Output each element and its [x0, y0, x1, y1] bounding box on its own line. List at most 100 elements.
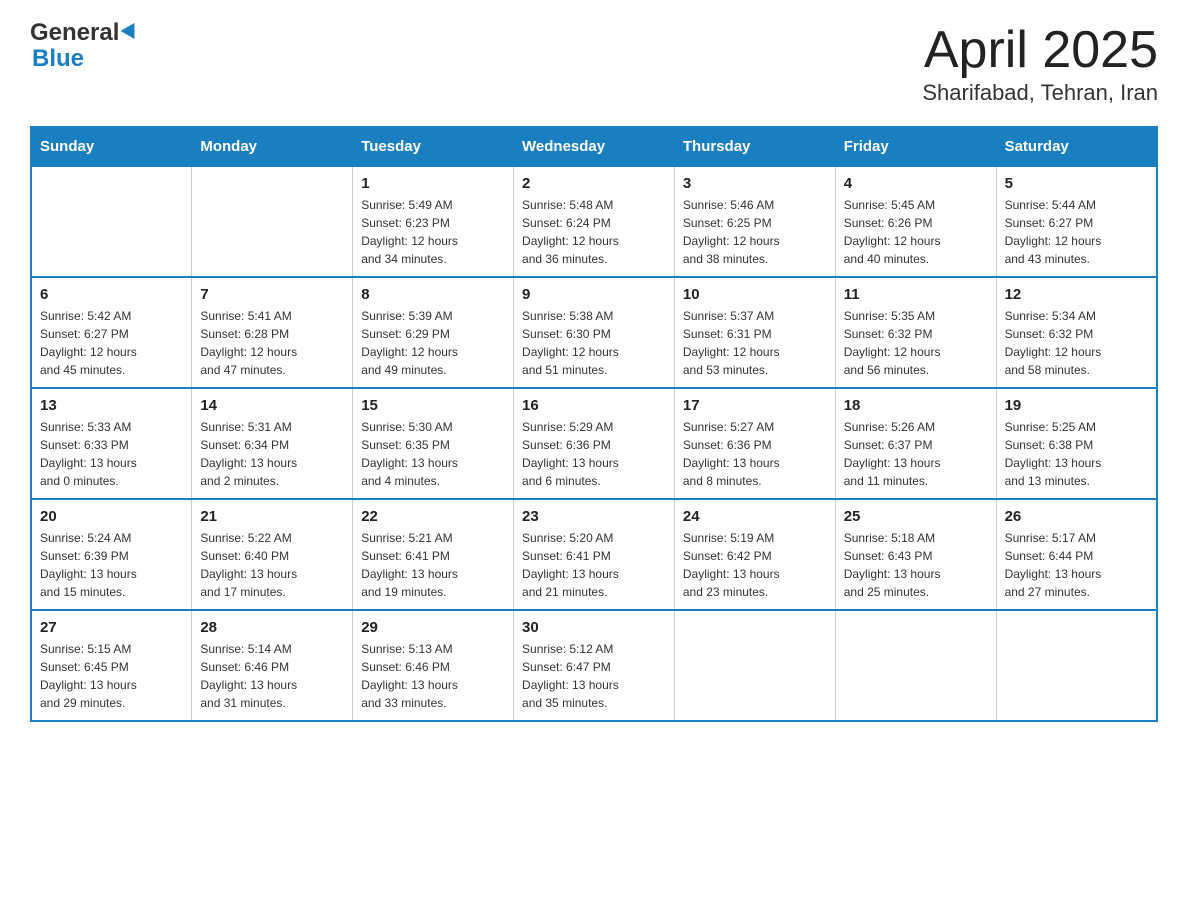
table-row: 7Sunrise: 5:41 AM Sunset: 6:28 PM Daylig…	[192, 277, 353, 388]
col-sunday: Sunday	[31, 127, 192, 166]
table-row: 30 Sunrise: 5:12 AM Sunset: 6:47 PM Dayli…	[514, 610, 675, 721]
day-info: Sunrise: 5:24 AM Sunset: 6:39 PM Dayligh…	[40, 529, 183, 601]
day-info: Sunrise: 5:18 AM Sunset: 6:43 PM Dayligh…	[844, 529, 988, 601]
table-row: 29 Sunrise: 5:13 AM Sunset: 6:46 PM Dayli…	[353, 610, 514, 721]
day-info: Sunrise: 5:21 AM Sunset: 6:41 PM Dayligh…	[361, 529, 505, 601]
day-number: 20	[40, 508, 183, 525]
table-row	[192, 166, 353, 277]
day-number: 9	[522, 286, 666, 303]
table-row	[31, 166, 192, 277]
day-info: Sunrise: 5:17 AM Sunset: 6:44 PM Dayligh…	[1005, 529, 1148, 601]
day-number: 27	[40, 619, 183, 636]
day-number: 3	[683, 175, 827, 192]
day-number: 19	[1005, 397, 1148, 414]
day-info: Sunrise: 5:37 AM Sunset: 6:31 PM Dayligh…	[683, 307, 827, 379]
day-info: Sunrise: 5:14 AM Sunset: 6:46 PM Dayligh…	[200, 640, 344, 712]
day-number: 1	[361, 175, 505, 192]
day-info: Sunrise: 5:33 AM Sunset: 6:33 PM Dayligh…	[40, 418, 183, 490]
calendar-week-row: 13Sunrise: 5:33 AM Sunset: 6:33 PM Dayli…	[31, 388, 1157, 499]
table-row	[835, 610, 996, 721]
table-row: 20 Sunrise: 5:24 AM Sunset: 6:39 PM Dayli…	[31, 499, 192, 610]
col-friday: Friday	[835, 127, 996, 166]
table-row: 26 Sunrise: 5:17 AM Sunset: 6:44 PM Dayli…	[996, 499, 1157, 610]
table-row: 21 Sunrise: 5:22 AM Sunset: 6:40 PM Dayli…	[192, 499, 353, 610]
day-info: Sunrise: 5:19 AM Sunset: 6:42 PM Dayligh…	[683, 529, 827, 601]
day-info: Sunrise: 5:22 AM Sunset: 6:40 PM Dayligh…	[200, 529, 344, 601]
day-number: 10	[683, 286, 827, 303]
table-row: 17 Sunrise: 5:27 AM Sunset: 6:36 PM Dayli…	[674, 388, 835, 499]
page-title: April 2025	[922, 20, 1158, 80]
table-row: 22 Sunrise: 5:21 AM Sunset: 6:41 PM Dayli…	[353, 499, 514, 610]
logo-triangle-icon	[121, 23, 142, 43]
col-monday: Monday	[192, 127, 353, 166]
table-row: 27 Sunrise: 5:15 AM Sunset: 6:45 PM Dayli…	[31, 610, 192, 721]
table-row: 6Sunrise: 5:42 AM Sunset: 6:27 PM Daylig…	[31, 277, 192, 388]
table-row: 8 Sunrise: 5:39 AM Sunset: 6:29 PM Daylig…	[353, 277, 514, 388]
day-info: Sunrise: 5:25 AM Sunset: 6:38 PM Dayligh…	[1005, 418, 1148, 490]
day-info: Sunrise: 5:26 AM Sunset: 6:37 PM Dayligh…	[844, 418, 988, 490]
day-number: 5	[1005, 175, 1148, 192]
day-number: 7	[200, 286, 344, 303]
calendar-week-row: 20 Sunrise: 5:24 AM Sunset: 6:39 PM Dayli…	[31, 499, 1157, 610]
title-block: April 2025 Sharifabad, Tehran, Iran	[922, 20, 1158, 106]
day-number: 12	[1005, 286, 1148, 303]
day-number: 16	[522, 397, 666, 414]
table-row: 23 Sunrise: 5:20 AM Sunset: 6:41 PM Dayli…	[514, 499, 675, 610]
day-number: 17	[683, 397, 827, 414]
calendar-table: Sunday Monday Tuesday Wednesday Thursday…	[30, 126, 1158, 722]
day-number: 14	[200, 397, 344, 414]
table-row: 15Sunrise: 5:30 AM Sunset: 6:35 PM Dayli…	[353, 388, 514, 499]
day-info: Sunrise: 5:38 AM Sunset: 6:30 PM Dayligh…	[522, 307, 666, 379]
logo-blue-text: Blue	[32, 45, 84, 72]
table-row: 14Sunrise: 5:31 AM Sunset: 6:34 PM Dayli…	[192, 388, 353, 499]
day-number: 2	[522, 175, 666, 192]
day-number: 30	[522, 619, 666, 636]
day-info: Sunrise: 5:46 AM Sunset: 6:25 PM Dayligh…	[683, 196, 827, 268]
table-row: 2Sunrise: 5:48 AM Sunset: 6:24 PM Daylig…	[514, 166, 675, 277]
logo-general-text: General	[30, 20, 119, 46]
table-row: 11Sunrise: 5:35 AM Sunset: 6:32 PM Dayli…	[835, 277, 996, 388]
calendar-week-row: 1 Sunrise: 5:49 AM Sunset: 6:23 PM Daylig…	[31, 166, 1157, 277]
day-number: 18	[844, 397, 988, 414]
table-row: 1 Sunrise: 5:49 AM Sunset: 6:23 PM Daylig…	[353, 166, 514, 277]
col-thursday: Thursday	[674, 127, 835, 166]
table-row	[674, 610, 835, 721]
table-row: 19 Sunrise: 5:25 AM Sunset: 6:38 PM Dayli…	[996, 388, 1157, 499]
table-row: 5 Sunrise: 5:44 AM Sunset: 6:27 PM Daylig…	[996, 166, 1157, 277]
day-info: Sunrise: 5:30 AM Sunset: 6:35 PM Dayligh…	[361, 418, 505, 490]
day-number: 8	[361, 286, 505, 303]
page-header: General Blue April 2025 Sharifabad, Tehr…	[30, 20, 1158, 106]
day-info: Sunrise: 5:13 AM Sunset: 6:46 PM Dayligh…	[361, 640, 505, 712]
table-row: 16Sunrise: 5:29 AM Sunset: 6:36 PM Dayli…	[514, 388, 675, 499]
day-info: Sunrise: 5:45 AM Sunset: 6:26 PM Dayligh…	[844, 196, 988, 268]
table-row: 18 Sunrise: 5:26 AM Sunset: 6:37 PM Dayli…	[835, 388, 996, 499]
day-number: 29	[361, 619, 505, 636]
day-info: Sunrise: 5:42 AM Sunset: 6:27 PM Dayligh…	[40, 307, 183, 379]
day-number: 22	[361, 508, 505, 525]
table-row: 25 Sunrise: 5:18 AM Sunset: 6:43 PM Dayli…	[835, 499, 996, 610]
day-info: Sunrise: 5:49 AM Sunset: 6:23 PM Dayligh…	[361, 196, 505, 268]
day-info: Sunrise: 5:20 AM Sunset: 6:41 PM Dayligh…	[522, 529, 666, 601]
table-row: 3 Sunrise: 5:46 AM Sunset: 6:25 PM Daylig…	[674, 166, 835, 277]
day-info: Sunrise: 5:35 AM Sunset: 6:32 PM Dayligh…	[844, 307, 988, 379]
day-info: Sunrise: 5:34 AM Sunset: 6:32 PM Dayligh…	[1005, 307, 1148, 379]
day-number: 21	[200, 508, 344, 525]
table-row	[996, 610, 1157, 721]
day-number: 28	[200, 619, 344, 636]
table-row: 28 Sunrise: 5:14 AM Sunset: 6:46 PM Dayli…	[192, 610, 353, 721]
day-number: 23	[522, 508, 666, 525]
day-info: Sunrise: 5:44 AM Sunset: 6:27 PM Dayligh…	[1005, 196, 1148, 268]
day-info: Sunrise: 5:15 AM Sunset: 6:45 PM Dayligh…	[40, 640, 183, 712]
table-row: 24Sunrise: 5:19 AM Sunset: 6:42 PM Dayli…	[674, 499, 835, 610]
day-info: Sunrise: 5:27 AM Sunset: 6:36 PM Dayligh…	[683, 418, 827, 490]
day-number: 26	[1005, 508, 1148, 525]
day-info: Sunrise: 5:39 AM Sunset: 6:29 PM Dayligh…	[361, 307, 505, 379]
day-number: 4	[844, 175, 988, 192]
table-row: 12 Sunrise: 5:34 AM Sunset: 6:32 PM Dayli…	[996, 277, 1157, 388]
calendar-week-row: 6Sunrise: 5:42 AM Sunset: 6:27 PM Daylig…	[31, 277, 1157, 388]
calendar-week-row: 27 Sunrise: 5:15 AM Sunset: 6:45 PM Dayli…	[31, 610, 1157, 721]
calendar-header-row: Sunday Monday Tuesday Wednesday Thursday…	[31, 127, 1157, 166]
col-wednesday: Wednesday	[514, 127, 675, 166]
day-number: 25	[844, 508, 988, 525]
day-info: Sunrise: 5:12 AM Sunset: 6:47 PM Dayligh…	[522, 640, 666, 712]
